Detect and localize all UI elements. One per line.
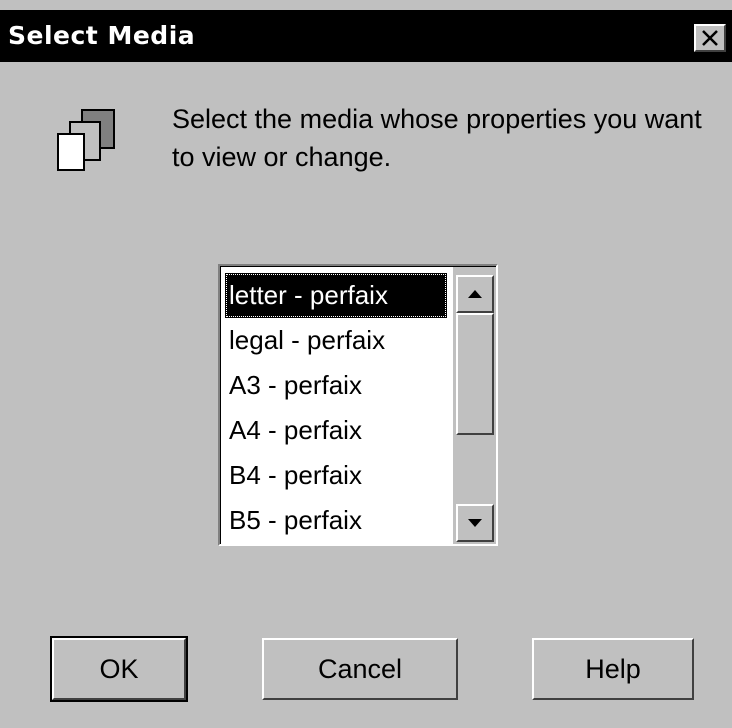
ok-button[interactable]: OK <box>50 636 188 702</box>
media-listbox[interactable]: letter - perfaix legal - perfaix A3 - pe… <box>218 264 498 546</box>
media-list: letter - perfaix legal - perfaix A3 - pe… <box>225 273 447 543</box>
vertical-scrollbar[interactable] <box>453 267 496 544</box>
close-icon <box>702 30 718 46</box>
scroll-up-button[interactable] <box>456 275 494 313</box>
scrollbar-thumb[interactable] <box>456 313 494 435</box>
help-button[interactable]: Help <box>532 638 694 700</box>
list-item-b4[interactable]: B4 - perfaix <box>225 453 447 498</box>
cancel-button[interactable]: Cancel <box>262 638 458 700</box>
list-item-legal[interactable]: legal - perfaix <box>225 318 447 363</box>
list-item-b5[interactable]: B5 - perfaix <box>225 498 447 543</box>
title-bar[interactable]: Select Media <box>0 10 732 62</box>
close-button[interactable] <box>694 24 726 52</box>
window-title: Select Media <box>8 21 196 50</box>
list-item-a3[interactable]: A3 - perfaix <box>225 363 447 408</box>
select-media-dialog: Select Media Select the media whose prop… <box>0 0 732 728</box>
scroll-down-button[interactable] <box>456 504 494 542</box>
scroll-up-arrow-icon <box>468 290 482 298</box>
list-item-letter[interactable]: letter - perfaix <box>225 273 447 318</box>
media-pages-icon <box>52 106 124 178</box>
instruction-text: Select the media whose properties you wa… <box>172 104 702 172</box>
list-item-a4[interactable]: A4 - perfaix <box>225 408 447 453</box>
listbox-frame: letter - perfaix legal - perfaix A3 - pe… <box>220 266 496 544</box>
scroll-down-arrow-icon <box>468 519 482 527</box>
